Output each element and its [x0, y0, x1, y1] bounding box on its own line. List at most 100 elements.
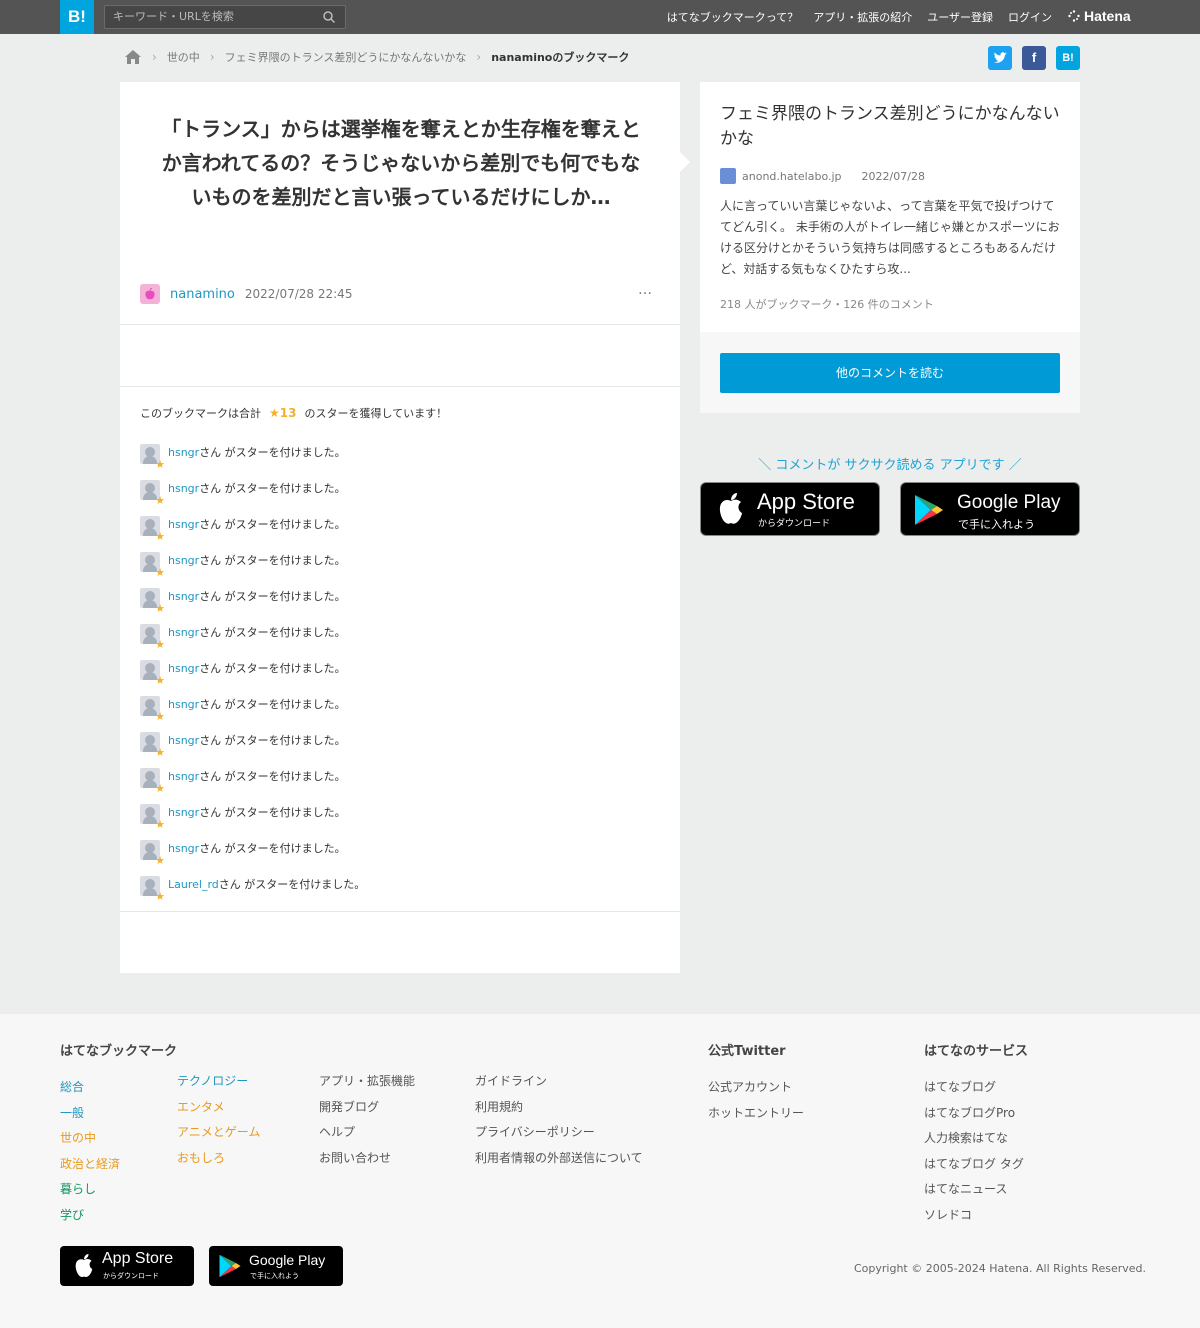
- user-avatar-icon[interactable]: ★: [140, 732, 165, 758]
- footer-link-help[interactable]: ヘルプ: [319, 1120, 415, 1146]
- star-user-name[interactable]: hsngr: [168, 734, 199, 747]
- footer-cat-general[interactable]: 一般: [60, 1101, 177, 1127]
- divider: [120, 911, 680, 912]
- footer-service-soredoko[interactable]: ソレドコ: [924, 1203, 1028, 1229]
- user-avatar-icon[interactable]: ★: [140, 804, 165, 830]
- footer-cat-all[interactable]: 総合: [60, 1075, 177, 1101]
- nav-apps[interactable]: アプリ・拡張の紹介: [813, 9, 912, 25]
- facebook-share-icon[interactable]: f: [1022, 46, 1046, 70]
- star-user-name[interactable]: hsngr: [168, 554, 199, 567]
- footer-app-store-button[interactable]: App Store からダウンロード: [60, 1246, 194, 1286]
- footer-link-devblog[interactable]: 開発ブログ: [319, 1095, 415, 1121]
- user-avatar-icon[interactable]: ★: [140, 552, 165, 578]
- star-user-name[interactable]: hsngr: [168, 842, 199, 855]
- divider: [120, 324, 680, 325]
- footer-cat-fun[interactable]: おもしろ: [177, 1146, 260, 1172]
- user-avatar-icon[interactable]: ★: [140, 840, 165, 866]
- star-user-name[interactable]: hsngr: [168, 446, 199, 459]
- avatar[interactable]: [140, 284, 160, 304]
- footer-link-contact[interactable]: お問い合わせ: [319, 1146, 415, 1172]
- nav-login[interactable]: ログイン: [1008, 9, 1052, 25]
- star-user-name[interactable]: hsngr: [168, 806, 199, 819]
- star-user-name[interactable]: hsngr: [168, 770, 199, 783]
- footer-link-terms[interactable]: 利用規約: [475, 1095, 643, 1121]
- entry-domain[interactable]: anond.hatelabo.jp: [742, 170, 842, 183]
- home-icon[interactable]: [124, 49, 142, 65]
- star-icon: ★: [155, 494, 165, 507]
- star-user-name[interactable]: hsngr: [168, 662, 199, 675]
- user-avatar-icon[interactable]: ★: [140, 516, 165, 542]
- bookmark-user[interactable]: nanamino: [170, 287, 235, 302]
- footer-twitter-title: 公式Twitter: [708, 1044, 786, 1059]
- star-user-name[interactable]: hsngr: [168, 626, 199, 639]
- user-avatar-icon[interactable]: ★: [140, 444, 165, 470]
- app-store-button[interactable]: App Store からダウンロード: [700, 482, 880, 536]
- entry-title[interactable]: フェミ界隈のトランス差別どうにかなんないかな: [720, 102, 1065, 152]
- more-menu-icon[interactable]: …: [638, 282, 653, 298]
- bookmark-meta: nanamino 2022/07/28 22:45: [140, 284, 352, 304]
- footer-service-news[interactable]: はてなニュース: [924, 1177, 1028, 1203]
- footer-cat-it[interactable]: テクノロジー: [177, 1069, 260, 1095]
- google-play-button[interactable]: Google Play で手に入れよう: [900, 482, 1080, 536]
- star-text: さん がスターを付けました。: [218, 878, 366, 891]
- footer-cat-economics[interactable]: 政治と経済: [60, 1152, 177, 1178]
- hatena-bookmark-logo[interactable]: B!: [60, 0, 94, 34]
- star-user-name[interactable]: hsngr: [168, 698, 199, 711]
- breadcrumb: › 世の中 › フェミ界隈のトランス差別どうにかなんないかな › nanamin…: [124, 48, 629, 66]
- star-user-name[interactable]: Laurel_rd: [168, 878, 219, 891]
- apple-avatar-icon: [145, 287, 155, 300]
- chevron-right-icon: ›: [152, 50, 157, 64]
- footer-col-twitter: 公式Twitter 公式アカウント ホットエントリー: [708, 1040, 804, 1126]
- search-input[interactable]: キーワード・URLを検索: [104, 5, 346, 29]
- footer-link-guideline[interactable]: ガイドライン: [475, 1069, 643, 1095]
- star-row: ★ hsngrさん がスターを付けました。: [140, 732, 365, 768]
- footer-cat-knowledge[interactable]: 学び: [60, 1203, 177, 1229]
- footer-twitter-official[interactable]: 公式アカウント: [708, 1075, 804, 1101]
- footer-col-categories: テクノロジー エンタメ アニメとゲーム おもしろ: [177, 1069, 260, 1171]
- footer-cat-life[interactable]: 暮らし: [60, 1177, 177, 1203]
- star-user-name[interactable]: hsngr: [168, 518, 199, 531]
- footer-service-question[interactable]: 人力検索はてな: [924, 1126, 1028, 1152]
- twitter-share-icon[interactable]: [988, 46, 1012, 70]
- chevron-right-icon: ›: [476, 50, 482, 64]
- footer-twitter-hot[interactable]: ホットエントリー: [708, 1101, 804, 1127]
- footer-cat-entertainment[interactable]: エンタメ: [177, 1095, 260, 1121]
- user-avatar-icon[interactable]: ★: [140, 624, 165, 650]
- top-bar: B! キーワード・URLを検索 はてなブックマークって？ アプリ・拡張の紹介 ユ…: [0, 0, 1200, 34]
- footer-link-privacy[interactable]: プライバシーポリシー: [475, 1120, 643, 1146]
- star-user-name[interactable]: hsngr: [168, 482, 199, 495]
- user-avatar-icon[interactable]: ★: [140, 876, 165, 902]
- bookmark-datetime[interactable]: 2022/07/28 22:45: [245, 287, 353, 301]
- star-user-name[interactable]: hsngr: [168, 590, 199, 603]
- footer-service-blog[interactable]: はてなブログ: [924, 1075, 1028, 1101]
- hatena-share-icon[interactable]: B!: [1056, 46, 1080, 70]
- star-row: ★ hsngrさん がスターを付けました。: [140, 552, 365, 588]
- hatena-brand-link[interactable]: Hatena: [1068, 8, 1131, 24]
- nav-signup[interactable]: ユーザー登録: [927, 9, 993, 25]
- search-icon[interactable]: [323, 11, 335, 23]
- footer-google-play-button[interactable]: Google Play で手に入れよう: [209, 1246, 343, 1286]
- user-avatar-icon[interactable]: ★: [140, 588, 165, 614]
- nav-about[interactable]: はてなブックマークって？: [667, 9, 798, 25]
- star-text: さん がスターを付けました。: [199, 662, 346, 675]
- footer-service-blogpro[interactable]: はてなブログPro: [924, 1101, 1028, 1127]
- footer-link-apps[interactable]: アプリ・拡張機能: [319, 1069, 415, 1095]
- star-icon: ★: [155, 458, 165, 471]
- star-icon: ★: [155, 566, 165, 579]
- breadcrumb-entry[interactable]: フェミ界隈のトランス差別どうにかなんないかな: [225, 49, 467, 65]
- entry-counts[interactable]: 218 人がブックマーク・126 件のコメント: [720, 296, 934, 312]
- footer-cat-social[interactable]: 世の中: [60, 1126, 177, 1152]
- footer-app-store-sub: からダウンロード: [103, 1272, 159, 1280]
- user-avatar-icon[interactable]: ★: [140, 480, 165, 506]
- star-row: ★ hsngrさん がスターを付けました。: [140, 624, 365, 660]
- user-avatar-icon[interactable]: ★: [140, 696, 165, 722]
- footer-service-blogtag[interactable]: はてなブログ タグ: [924, 1152, 1028, 1178]
- user-avatar-icon[interactable]: ★: [140, 660, 165, 686]
- footer-link-external[interactable]: 利用者情報の外部送信について: [475, 1146, 643, 1172]
- star-icon: ★: [155, 782, 165, 795]
- read-comments-button[interactable]: 他のコメントを読む: [720, 353, 1060, 393]
- footer-cat-game[interactable]: アニメとゲーム: [177, 1120, 260, 1146]
- apple-icon: [75, 1254, 93, 1278]
- user-avatar-icon[interactable]: ★: [140, 768, 165, 794]
- breadcrumb-category[interactable]: 世の中: [167, 49, 200, 65]
